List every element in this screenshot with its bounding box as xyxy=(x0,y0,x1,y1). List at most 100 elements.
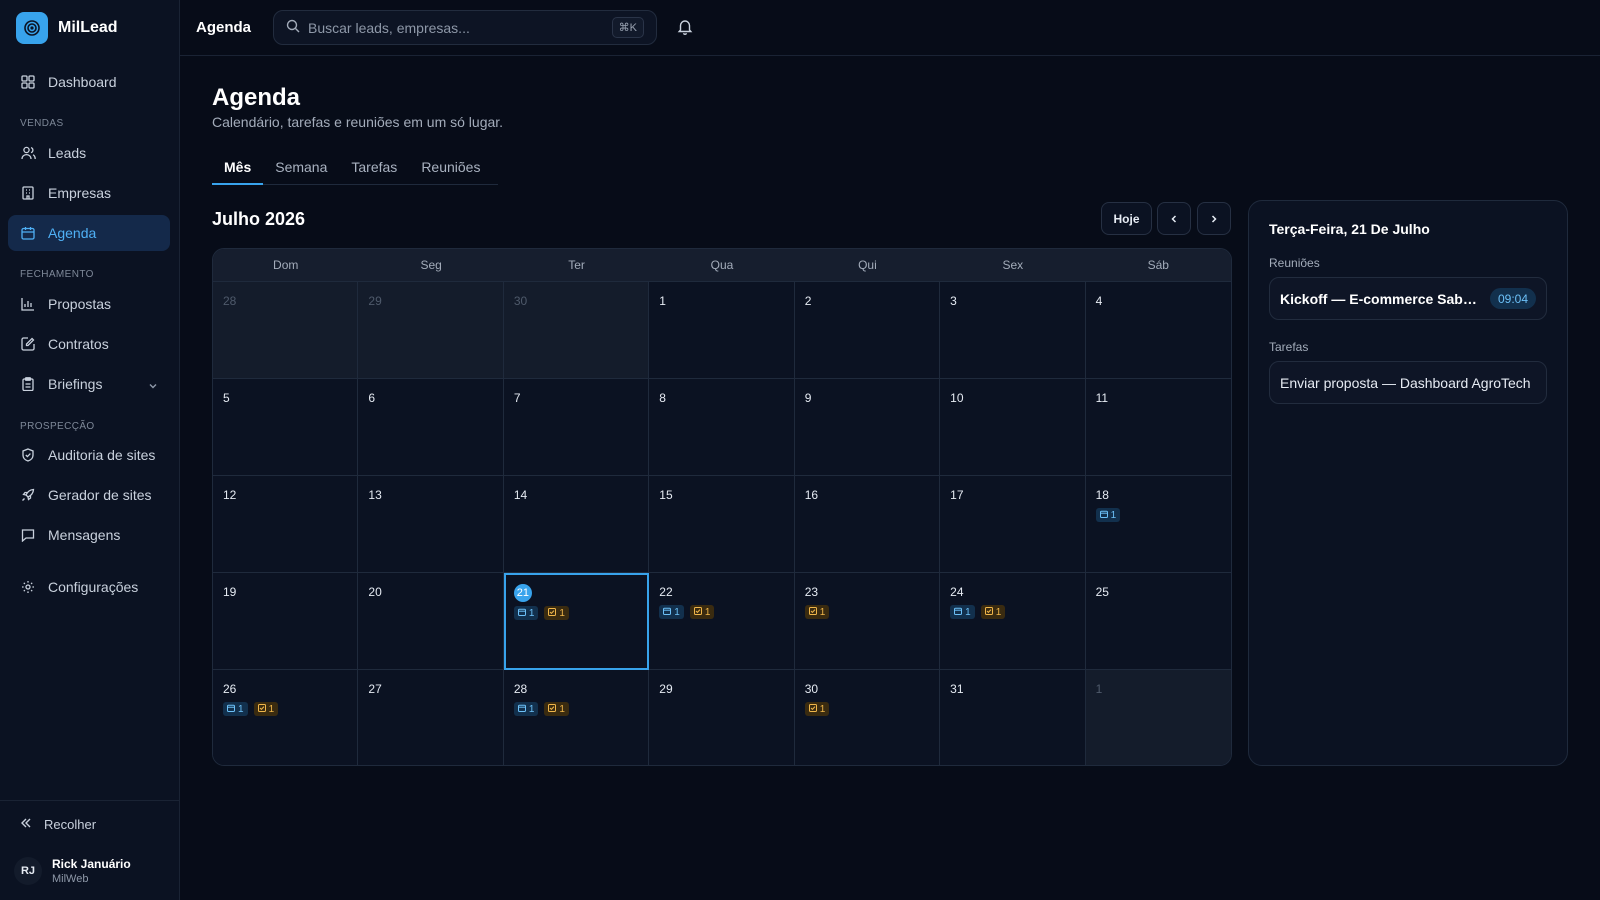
page-subtitle: Calendário, tarefas e reuniões em um só … xyxy=(212,114,504,130)
meeting-count-badge: 1 xyxy=(1095,508,1121,522)
calendar-icon xyxy=(517,704,526,715)
collapse-button[interactable]: Recolher xyxy=(20,817,96,832)
sidebar-item-empresas[interactable]: Empresas xyxy=(8,175,170,211)
calendar-day[interactable]: 1 xyxy=(1085,670,1231,765)
task-title: Enviar proposta — Dashboard AgroTech xyxy=(1280,374,1531,391)
prev-month-button[interactable] xyxy=(1157,202,1191,235)
calendar-day[interactable]: 14 xyxy=(503,476,650,573)
calendar-icon xyxy=(20,225,36,241)
panel-meetings-label: Reuniões xyxy=(1269,256,1320,270)
task-count-badge: 1 xyxy=(544,606,569,620)
tab-semana[interactable]: Semana xyxy=(263,150,339,184)
panel-date-title: Terça-Feira, 21 De Julho xyxy=(1269,221,1430,237)
meeting-card[interactable]: Kickoff — E-commerce Sabor... 09:04 xyxy=(1269,277,1547,320)
calendar-day[interactable]: 7 xyxy=(503,379,650,476)
sidebar-item-label: Empresas xyxy=(48,185,112,201)
sidebar-item-contratos[interactable]: Contratos xyxy=(8,326,170,362)
chevron-right-icon xyxy=(1209,211,1219,227)
sidebar-item-mensagens[interactable]: Mensagens xyxy=(8,517,170,553)
calendar-day[interactable]: 6 xyxy=(358,379,504,476)
calendar-day[interactable]: 8 xyxy=(649,379,795,476)
calendar-day[interactable]: 13 xyxy=(358,476,504,573)
calendar-day[interactable]: 28 1 1 xyxy=(503,670,650,765)
calendar-day[interactable]: 25 xyxy=(1085,573,1231,670)
sidebar-item-leads[interactable]: Leads xyxy=(8,135,170,171)
calendar-day[interactable]: 5 xyxy=(213,379,359,476)
bell-icon[interactable] xyxy=(677,18,693,38)
calendar-day[interactable]: 9 xyxy=(794,379,941,476)
calendar-day[interactable]: 1 xyxy=(649,282,795,379)
calendar-icon xyxy=(954,607,963,618)
chevron-down-icon[interactable] xyxy=(148,378,158,394)
sidebar-item-propostas[interactable]: Propostas xyxy=(8,286,170,322)
day-number: 22 xyxy=(659,585,673,599)
chevron-left-icon xyxy=(1169,211,1179,227)
sidebar-item-gerador[interactable]: Gerador de sites xyxy=(8,477,170,513)
calendar-day[interactable]: 10 xyxy=(940,379,1086,476)
calendar-day[interactable]: 29 xyxy=(649,670,795,765)
calendar-icon xyxy=(227,704,235,715)
task-count: 1 xyxy=(819,606,826,618)
sidebar-item-dashboard[interactable]: Dashboard xyxy=(8,64,170,100)
checkbox-icon xyxy=(808,606,817,618)
calendar-day[interactable]: 11 xyxy=(1085,379,1231,476)
calendar-day[interactable]: 29 xyxy=(358,282,504,379)
sidebar: MilLead Dashboard VENDAS Leads Empresas … xyxy=(0,0,180,900)
calendar-day[interactable]: 22 1 1 xyxy=(649,573,795,670)
calendar-day[interactable]: 2 xyxy=(794,282,941,379)
tab-tarefas[interactable]: Tarefas xyxy=(339,150,409,184)
sidebar-item-label: Leads xyxy=(48,145,87,161)
calendar-day[interactable]: 3 xyxy=(940,282,1086,379)
meeting-count: 1 xyxy=(238,703,244,715)
today-button[interactable]: Hoje xyxy=(1101,202,1152,235)
task-count-badge: 1 xyxy=(804,702,830,716)
calendar-day[interactable]: 19 xyxy=(213,573,359,670)
calendar-day[interactable]: 26 1 1 xyxy=(213,670,359,765)
meeting-time: 09:04 xyxy=(1489,288,1536,309)
task-count-badge: 1 xyxy=(804,605,830,619)
task-count-badge: 1 xyxy=(689,605,715,619)
calendar-day[interactable]: 20 xyxy=(358,573,504,670)
calendar-day[interactable]: 27 xyxy=(358,670,504,765)
day-detail-panel: Terça-Feira, 21 De Julho Reuniões Kickof… xyxy=(1248,200,1568,766)
tab-mes[interactable]: Mês xyxy=(212,150,264,185)
search-shortcut: ⌘K xyxy=(611,17,644,38)
sidebar-item-briefings[interactable]: Briefings xyxy=(8,366,170,402)
day-number: 3 xyxy=(950,294,957,308)
task-card[interactable]: Enviar proposta — Dashboard AgroTech xyxy=(1269,361,1547,404)
day-number: 23 xyxy=(804,585,819,599)
calendar-day[interactable]: 17 xyxy=(940,476,1086,573)
calendar-day[interactable]: 31 xyxy=(940,670,1086,765)
search-box[interactable]: ⌘K xyxy=(273,10,657,45)
day-badges: 1 xyxy=(1095,508,1221,522)
day-number: 1 xyxy=(1095,682,1103,696)
calendar-day[interactable]: 24 1 1 xyxy=(940,573,1086,670)
section-label-vendas: VENDAS xyxy=(20,118,64,129)
calendar-day[interactable]: 30 xyxy=(503,282,650,379)
brand[interactable]: MilLead xyxy=(16,12,118,44)
tab-reunioes[interactable]: Reuniões xyxy=(409,150,492,184)
calendar-day[interactable]: 18 1 xyxy=(1085,476,1231,573)
calendar-day[interactable]: 30 1 xyxy=(794,670,941,765)
sidebar-item-configuracoes[interactable]: Configurações xyxy=(8,569,170,605)
sidebar-item-label: Gerador de sites xyxy=(48,487,152,503)
sidebar-item-agenda[interactable]: Agenda xyxy=(8,215,170,251)
task-count: 1 xyxy=(819,703,826,715)
calendar-day[interactable]: 23 1 xyxy=(794,573,941,670)
calendar-day[interactable]: 12 xyxy=(213,476,359,573)
weekday-label: Ter xyxy=(568,258,585,272)
calendar-day[interactable]: 4 xyxy=(1085,282,1231,379)
sidebar-item-auditoria[interactable]: Auditoria de sites xyxy=(8,437,170,473)
search-input[interactable] xyxy=(308,19,608,36)
calendar-icon xyxy=(1099,510,1108,521)
calendar-day[interactable]: 16 xyxy=(794,476,941,573)
calendar-day[interactable]: 21 1 1 xyxy=(503,573,650,670)
next-month-button[interactable] xyxy=(1197,202,1231,235)
user-profile[interactable]: RJ Rick Januário MilWeb xyxy=(14,857,131,885)
task-count-badge: 1 xyxy=(980,605,1006,619)
gear-icon xyxy=(20,579,36,595)
day-number: 14 xyxy=(513,488,528,502)
calendar-day[interactable]: 15 xyxy=(649,476,795,573)
calendar-day[interactable]: 28 xyxy=(213,282,359,379)
brand-logo-icon xyxy=(16,12,48,44)
